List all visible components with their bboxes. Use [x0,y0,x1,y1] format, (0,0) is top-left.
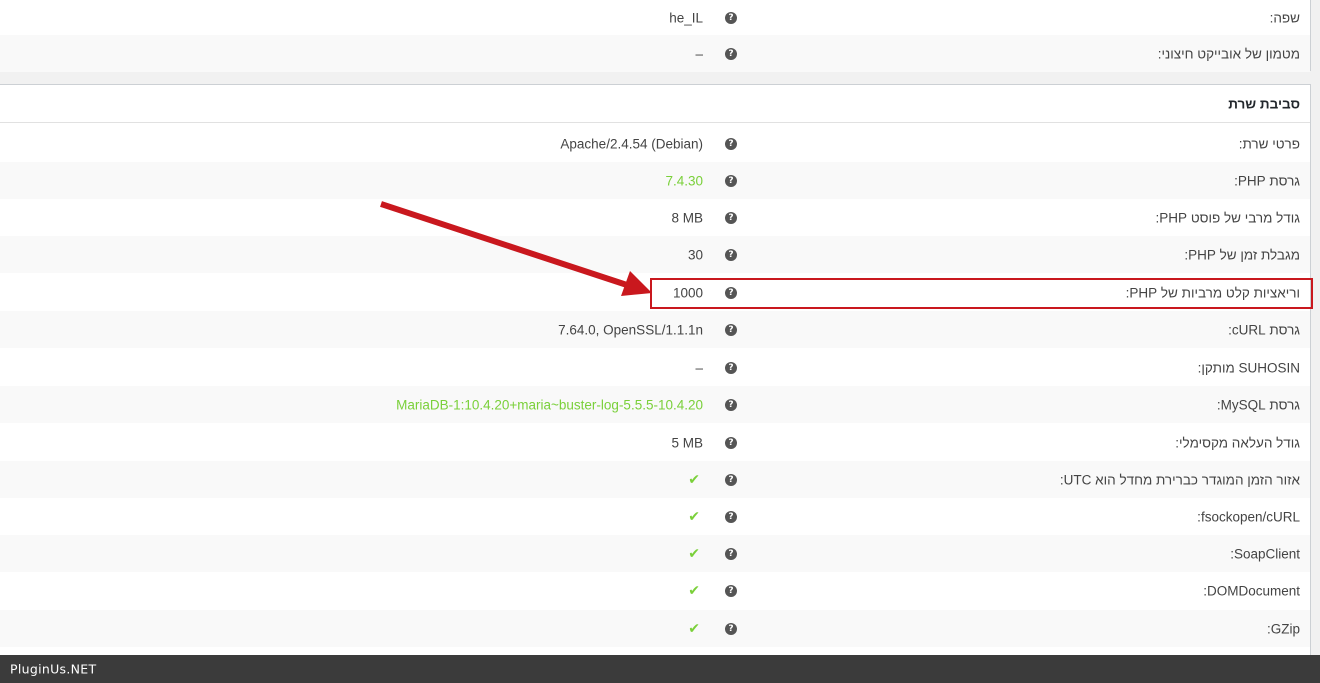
row-label: מגבלת זמן של PHP: [1184,247,1300,262]
footer-watermark: PluginUs.NET [10,661,97,677]
help-icon[interactable]: ? [725,510,737,523]
table-row: SUHOSIN מותקן: ? – [0,349,1310,386]
row-label: גרסת MySQL: [1216,397,1300,412]
help-icon[interactable]: ? [725,361,737,374]
row-value: 1000 [672,285,703,300]
row-label: DOMDocument: [1203,583,1300,598]
table-row: SoapClient: ? ✔ [0,535,1310,572]
row-value: – [695,360,703,375]
row-label: SoapClient: [1230,546,1300,561]
row-value: 30 [687,247,703,262]
row-label: SUHOSIN מותקן: [1197,360,1300,375]
table-row: גרסת cURL: ? 7.64.0, OpenSSL/1.1.1n [0,311,1310,348]
row-label: שפה: [1269,10,1300,25]
row-value: 7.64.0, OpenSSL/1.1.1n [558,322,703,337]
check-icon: ✔ [688,471,700,488]
help-icon[interactable]: ? [725,584,737,597]
row-label: גודל מרבי של פוסט PHP: [1155,210,1300,225]
table-row: fsockopen/cURL: ? ✔ [0,498,1310,535]
table-row: מגבלת זמן של PHP: ? 30 [0,236,1310,273]
table-row: גודל העלאה מקסימלי: ? 5 MB [0,424,1310,461]
help-icon[interactable]: ? [725,473,737,486]
help-icon[interactable]: ? [725,11,737,24]
help-icon[interactable]: ? [725,137,737,150]
check-icon: ✔ [688,545,700,562]
row-value: 7.4.30 [665,173,703,188]
help-icon[interactable]: ? [725,248,737,261]
help-icon[interactable]: ? [725,323,737,336]
check-icon: ✔ [688,582,700,599]
row-value: 8 MB [671,210,703,225]
check-icon: ✔ [688,620,700,637]
table-row: וריאציות קלט מרביות של PHP: ? 1000 [0,274,1310,311]
row-value: – [695,46,703,61]
section-header: סביבת שרת [0,85,1310,123]
check-icon: ✔ [688,508,700,525]
help-icon[interactable]: ? [725,47,737,60]
status-page: שפה: ? he_IL מטמון של אובייקט חיצוני: ? … [0,0,1320,683]
table-row: שפה: ? he_IL [0,0,1310,36]
row-label: פרטי שרת: [1238,136,1300,151]
row-value: Apache/2.4.54 (Debian) [560,136,703,151]
row-label: וריאציות קלט מרביות של PHP: [1125,285,1300,300]
help-icon[interactable]: ? [725,211,737,224]
section-title: סביבת שרת [1228,96,1300,111]
server-environment-panel: סביבת שרת פרטי שרת: ? Apache/2.4.54 (Deb… [0,84,1311,683]
help-icon[interactable]: ? [725,436,737,449]
table-row: גודל מרבי של פוסט PHP: ? 8 MB [0,199,1310,236]
row-label: גודל העלאה מקסימלי: [1175,435,1300,450]
table-row: GZip: ? ✔ [0,610,1310,647]
help-icon[interactable]: ? [725,174,737,187]
row-label: גרסת cURL: [1228,322,1300,337]
table-row: גרסת MySQL: ? MariaDB-1:10.4.20+maria~bu… [0,386,1310,423]
table-row: אזור הזמן המוגדר כברירת מחדל הוא UTC: ? … [0,461,1310,498]
row-label: אזור הזמן המוגדר כברירת מחדל הוא UTC: [1059,472,1300,487]
row-label: GZip: [1266,621,1300,636]
help-icon[interactable]: ? [725,547,737,560]
row-value: 5 MB [671,435,703,450]
row-label: גרסת PHP: [1234,173,1300,188]
table-row: DOMDocument: ? ✔ [0,572,1310,609]
row-label: fsockopen/cURL: [1197,509,1300,524]
row-label: מטמון של אובייקט חיצוני: [1157,46,1300,61]
table-row: מטמון של אובייקט חיצוני: ? – [0,35,1310,72]
row-value: he_IL [669,10,703,25]
help-icon[interactable]: ? [725,398,737,411]
table-row: פרטי שרת: ? Apache/2.4.54 (Debian) [0,125,1310,162]
table-row: גרסת PHP: ? 7.4.30 [0,162,1310,199]
help-icon[interactable]: ? [725,622,737,635]
help-icon[interactable]: ? [725,286,737,299]
footer-bar: PluginUs.NET [0,655,1320,683]
row-value: MariaDB-1:10.4.20+maria~buster-log-5.5.5… [396,397,703,412]
wordpress-environment-panel: שפה: ? he_IL מטמון של אובייקט חיצוני: ? … [0,0,1311,72]
